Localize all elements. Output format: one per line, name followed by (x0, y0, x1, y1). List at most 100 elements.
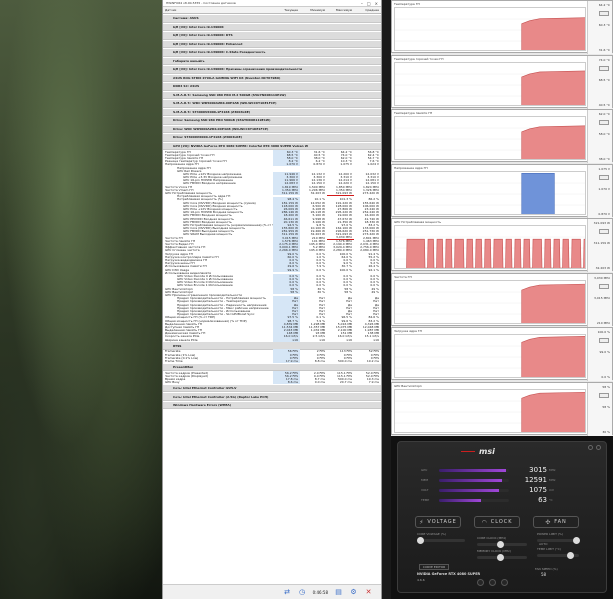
graph-title: Температура памяти ГП (394, 111, 433, 115)
graph-reset-button[interactable] (599, 392, 609, 398)
monitor-unit: MHz (549, 468, 556, 472)
graph-reset-button[interactable] (599, 65, 609, 71)
monitor-value: 63 (538, 496, 547, 504)
avg-value: 273.420 W (362, 191, 379, 196)
graph-series (521, 70, 585, 105)
tab-voltage[interactable]: ⚡ VOLTAGE (415, 516, 461, 528)
gpu-name: NVIDIA GeForce RTX 4080 SUPER (417, 572, 481, 576)
settings-icon[interactable]: ⚙ (349, 588, 358, 597)
fan-speed-label: FAN SPEED (%) (535, 567, 558, 571)
table-row[interactable]: Frame Time 17.9 ms 8.8 ms 500.0 ms 19.2 ms (163, 358, 381, 363)
sensor-graph: Напряжение ядра ГП 1.075 V 1.070 V 0.870 V (391, 163, 613, 218)
sensor-group-header[interactable]: Drive: Samsung SSD 980 PRO 500GB (S5GYNX… (163, 116, 381, 125)
graph-plot (394, 279, 586, 324)
sensor-group-header[interactable]: ЦП [#0]: Intel Core i9-13900K: Причины о… (163, 65, 381, 74)
fan-speed-value: 58 (541, 572, 547, 577)
sensor-group-header[interactable]: Windows Hardware Errors (WHEA) (163, 400, 381, 410)
graph-title: Частота ГП (394, 274, 412, 279)
core-clock-slider[interactable] (477, 541, 527, 548)
graph-svg (395, 283, 585, 323)
sensor-group-header[interactable]: ЦП [#0]: Intel Core i9-13900K: C-State Р… (163, 48, 381, 57)
graph-reset-button[interactable] (599, 229, 609, 234)
column-header-sensor[interactable]: Датчик (163, 8, 273, 12)
afterburner-minimize-icon[interactable] (588, 445, 593, 450)
core-voltage-slider[interactable] (417, 537, 465, 544)
reset-icon[interactable] (489, 579, 496, 586)
sensor-group-header[interactable]: S.M.A.R.T.: Samsung SSD 980 PRO M.2 500G… (163, 90, 381, 99)
sensor-group-header[interactable]: Drive: ST4000VX000-1F4168 (Z3004LKE) (163, 133, 381, 142)
monitor-unit: MHz (549, 478, 556, 482)
curve-editor-button[interactable]: CURVE EDITOR (419, 564, 449, 570)
hwinfo-statusbar: ⇄ ◷ 0:46:58 ▤ ⚙ ✕ (163, 584, 381, 599)
monitor-bar-fill (439, 498, 481, 502)
column-header-current[interactable]: Текущее (273, 8, 300, 12)
sensor-name: Drive: Samsung SSD 980 PRO 500GB (S5GYNX… (173, 118, 271, 123)
monitor-row: GPU 3015 MHz (421, 466, 571, 474)
column-header-avg[interactable]: Среднее (354, 8, 381, 12)
sensor-group-header[interactable]: Сеть: Intel Ethernet Controller (2.5G) (… (163, 392, 381, 401)
maximize-icon[interactable]: □ (367, 1, 371, 6)
graph-max: 3,030 MHz (594, 275, 610, 280)
graph-reset-button[interactable] (599, 174, 609, 180)
network-icon[interactable]: ⇄ (283, 588, 292, 597)
graph-reset-button[interactable] (599, 11, 609, 16)
min-value: 8.8 ms (314, 358, 325, 363)
table-row[interactable]: Ширина канала PCIe x16 x16 x16 x16 (163, 337, 381, 342)
memory-clock-slider[interactable] (477, 554, 527, 561)
graph-min: 210 MHz (596, 320, 610, 325)
graph-reset-button[interactable] (599, 338, 609, 343)
slider-knob[interactable] (497, 554, 504, 561)
sensor-group-header[interactable]: S.M.A.R.T.: WDC WD5000AZRX-00P4AB (WD-WC… (163, 99, 381, 108)
sensor-graph: Температура горячей точки ГП 74.0 °C 68.5 … (391, 54, 613, 109)
sensor-group-header[interactable]: ЦП [#0]: Intel Core i9-13900K (163, 22, 381, 31)
apply-check-icon[interactable] (501, 579, 508, 586)
close-sensors-icon[interactable]: ✕ (364, 588, 373, 597)
graph-series (406, 238, 585, 268)
tab-clock[interactable]: ◠ CLOCK (474, 516, 520, 528)
sensor-group-header[interactable]: ЦП [#0]: Intel Core i9-13900K: Enhanced (163, 39, 381, 48)
table-row[interactable]: GPU Busy 8.6 ms 0.0 ms 20.7 ms 7.9 ms (163, 380, 381, 385)
sensor-group-header[interactable]: ЦП [#0]: Intel Core i9-13900K: DTS (163, 31, 381, 40)
max-value: 58 % (344, 289, 352, 294)
minimize-icon[interactable]: – (361, 1, 363, 6)
graph-plot (394, 334, 586, 378)
hwinfo-titlebar[interactable]: HWiNFO64 v8.00-5355 - Состояние датчиков… (163, 0, 381, 7)
slider-knob[interactable] (573, 537, 580, 544)
graph-plot (394, 170, 586, 215)
slider-knob[interactable] (567, 552, 574, 559)
sensor-table[interactable]: Система: ASUS ЦП [#0]: Intel Core i9-1390… (163, 14, 381, 584)
temp-limit-slider[interactable] (537, 552, 579, 559)
graph-reset-button[interactable] (599, 283, 609, 289)
sensor-group-header[interactable]: DDR4 SC: ASUS (163, 82, 381, 91)
fan-auto-label[interactable]: AUTO (539, 542, 547, 546)
column-header-min[interactable]: Минимум (300, 8, 327, 12)
settings-gear-icon[interactable] (477, 579, 484, 586)
slider-knob[interactable] (417, 537, 424, 544)
sensor-name: GPU Busy (165, 380, 180, 385)
afterburner-close-icon[interactable] (596, 445, 601, 450)
sensor-group-header[interactable]: Drive: WDC WD5000AZRX-00P4AB (WD-WCC6Y1K… (163, 124, 381, 133)
graph-reset-button[interactable] (599, 120, 609, 125)
power-limit-label: POWER LIMIT (%) (537, 532, 564, 536)
avg-value: 7.9 ms (368, 380, 379, 385)
tab-fan[interactable]: ✣ FAN (533, 516, 579, 528)
sensor-group-header[interactable]: Сеть: Intel Ethernet Controller I225-V (163, 383, 381, 393)
min-value: 0.0 % (316, 267, 325, 272)
sensor-group-header[interactable]: S.M.A.R.T.: ST4000VX000-1F4168 (Z3004LKE… (163, 107, 381, 116)
column-header-max[interactable]: Максимум (327, 8, 354, 12)
sensor-group-header[interactable]: Система: ASUS (163, 14, 381, 23)
close-icon[interactable]: × (375, 1, 378, 6)
report-icon[interactable]: ▤ (334, 588, 343, 597)
monitor-bar (439, 488, 509, 492)
slider-knob[interactable] (497, 541, 504, 548)
graph-max: 321.093 W (593, 221, 610, 225)
graph-series (521, 125, 585, 159)
sensor-name: S.M.A.R.T.: ST4000VX000-1F4168 (Z3004LKE… (173, 109, 251, 114)
current-value: 58 % (273, 289, 300, 294)
sensor-group-header[interactable]: ASUS ROG STRIX Z790-A GAMING WIFI D4 (Nu… (163, 73, 381, 82)
graph-svg (395, 336, 585, 377)
graph-current: 3,015 MHz (594, 295, 610, 300)
graph-svg (395, 172, 585, 214)
sensor-group-header[interactable]: Габаритн вакыйть (163, 56, 381, 65)
sensor-name: Сеть: Intel Ethernet Controller I225-V (173, 386, 237, 390)
